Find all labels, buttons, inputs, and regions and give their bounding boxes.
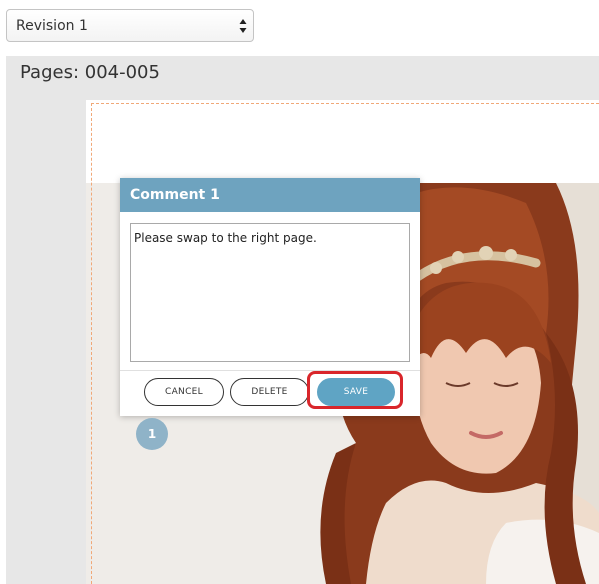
comment-textarea[interactable]: Please swap to the right page.: [130, 223, 410, 362]
revision-select[interactable]: Revision 1: [6, 9, 254, 42]
app-root: Revision 1 Pages: 004-005 Comment 1 Plea…: [0, 0, 599, 584]
comment-title: Comment 1: [120, 178, 420, 212]
bleed-guide-left: [91, 103, 92, 584]
delete-button[interactable]: DELETE: [230, 378, 309, 406]
save-highlight-box: [307, 371, 403, 409]
revision-select-value: Revision 1: [16, 17, 88, 34]
comment-marker[interactable]: 1: [136, 418, 168, 450]
select-arrows-icon: [239, 19, 247, 33]
pages-label: Pages: 004-005: [20, 62, 160, 83]
cancel-button[interactable]: CANCEL: [144, 378, 224, 406]
bleed-guide-top: [91, 103, 599, 104]
